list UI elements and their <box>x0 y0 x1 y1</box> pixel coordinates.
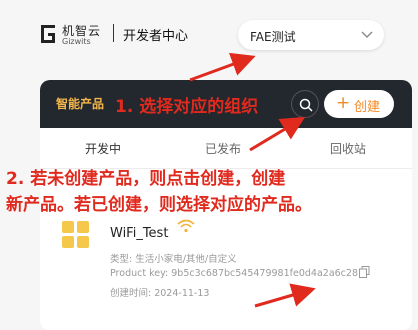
product-created-time: 创建时间: 2024-11-13 <box>110 288 210 299</box>
developer-center-title: 开发者中心 <box>123 29 189 44</box>
tab-published[interactable]: 已发布 <box>205 140 241 157</box>
organization-select-value: FAE测试 <box>250 30 296 44</box>
header-divider <box>113 24 114 42</box>
search-icon <box>299 98 313 112</box>
copy-icon[interactable] <box>359 266 370 278</box>
create-button-label: 创建 <box>354 100 381 115</box>
gizwits-logo-icon <box>41 25 55 43</box>
chevron-down-icon <box>361 31 373 38</box>
annotation-step-1: 1. 选择对应的组织 <box>115 97 259 117</box>
gizwits-logo[interactable]: 机智云 Gizwits <box>40 22 110 48</box>
panel-title: 智能产品 <box>56 97 105 111</box>
annotation-step-2: 2. 若未创建产品，则点击创建，创建 新产品。若已创建，则选择对应的产品。 <box>6 166 416 218</box>
product-key: Product key: 9b5c3c687bc545479981fe0d4a2… <box>110 268 358 279</box>
search-button[interactable] <box>291 90 319 118</box>
logo-text-en: Gizwits <box>62 37 91 46</box>
tab-recycle-bin[interactable]: 回收站 <box>330 140 366 157</box>
product-tabs: 开发中 已发布 回收站 <box>40 128 412 169</box>
tab-in-development[interactable]: 开发中 <box>85 140 121 157</box>
create-product-button[interactable]: + 创建 <box>324 90 394 118</box>
annotation-step-2-line-2: 新产品。若已创建，则选择对应的产品。 <box>6 195 312 215</box>
product-name: WiFi_Test <box>110 226 169 241</box>
annotation-step-2-line-1: 2. 若未创建产品，则点击创建，创建 <box>6 169 286 189</box>
organization-select[interactable]: FAE测试 <box>238 20 384 50</box>
product-type: 类型: 生活小家电/其他/自定义 <box>110 254 237 265</box>
top-header: 机智云 Gizwits 开发者中心 FAE测试 <box>0 0 418 70</box>
plus-icon: + <box>336 93 351 113</box>
product-icon <box>62 221 90 249</box>
wifi-icon <box>177 219 195 233</box>
